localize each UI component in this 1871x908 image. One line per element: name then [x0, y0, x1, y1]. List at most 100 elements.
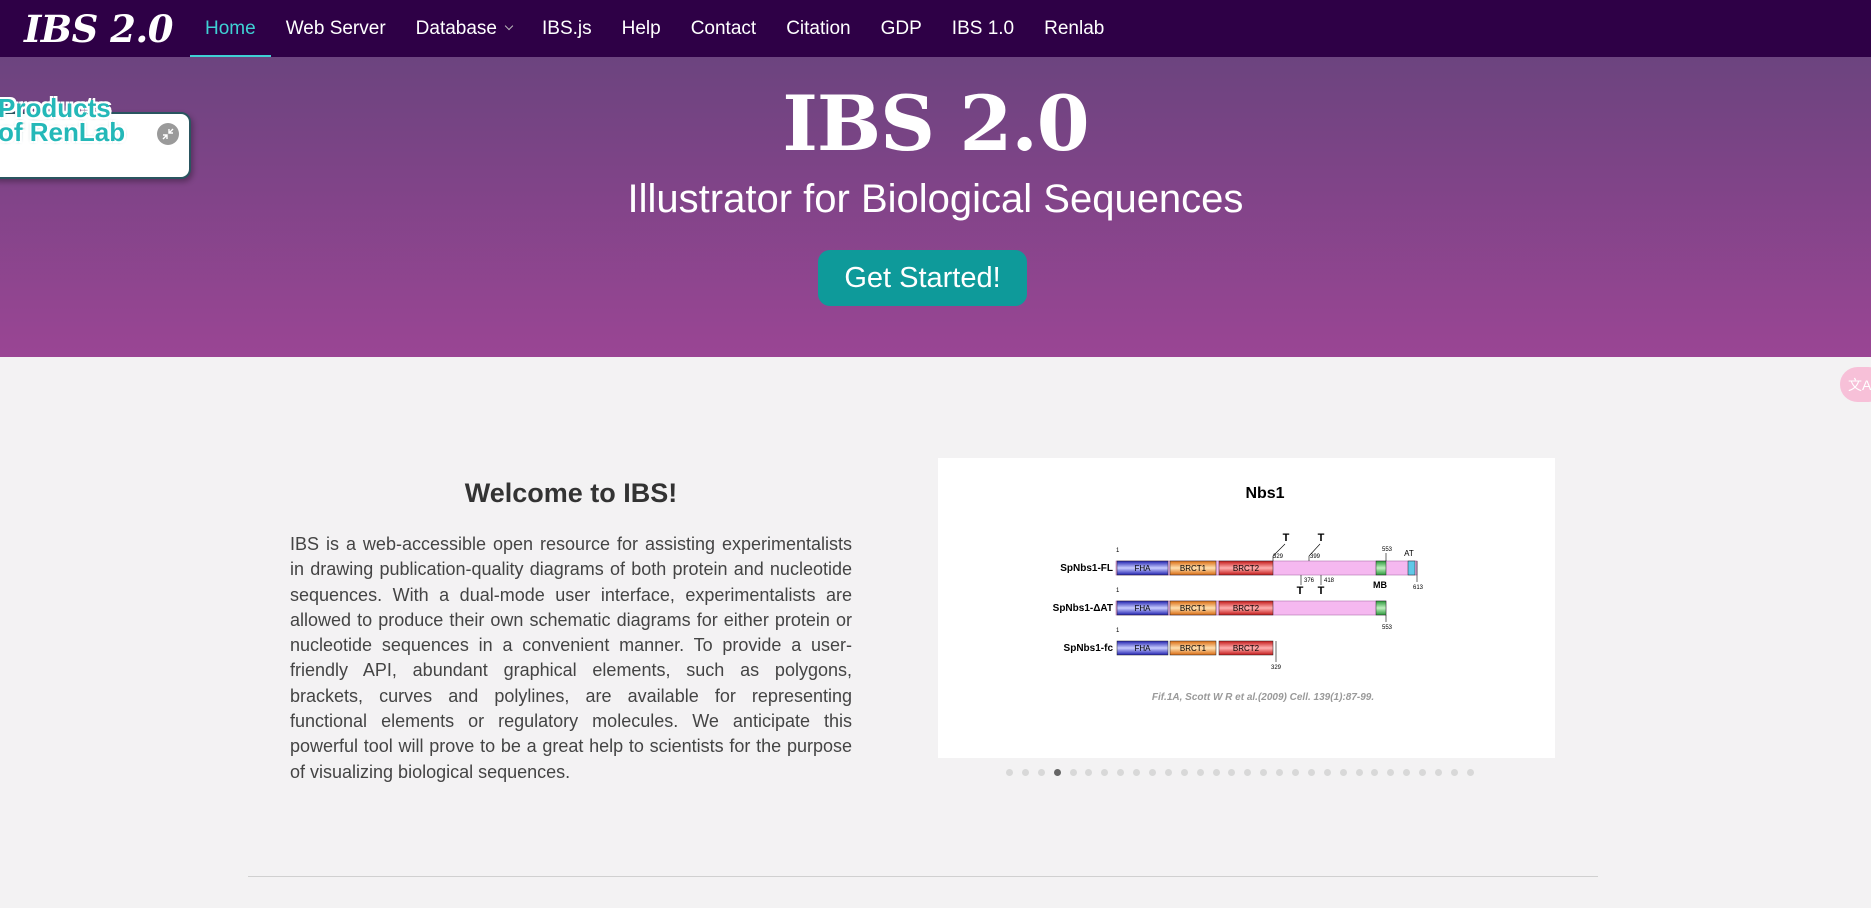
nav-item-help[interactable]: Help — [607, 0, 676, 57]
domain-label: FHA — [1135, 564, 1152, 573]
nav-item-contact[interactable]: Contact — [676, 0, 771, 57]
carousel-dot[interactable] — [1149, 769, 1157, 776]
nav-item-citation[interactable]: Citation — [771, 0, 865, 57]
carousel-dot[interactable] — [1037, 769, 1045, 776]
carousel-dot[interactable] — [1164, 769, 1172, 776]
domain-label: BRCT2 — [1233, 644, 1260, 653]
carousel-dot[interactable] — [1021, 769, 1029, 776]
brand-logo[interactable]: IBS 2.0 — [24, 7, 190, 51]
nav-label: Web Server — [285, 17, 386, 39]
carousel-dot[interactable] — [1006, 769, 1013, 776]
t-site-label: T — [1318, 585, 1325, 597]
nav-item-database[interactable]: Database — [401, 0, 527, 57]
carousel-dot[interactable] — [1244, 769, 1252, 776]
nav-label: Help — [621, 17, 661, 39]
start-position: 1 — [1116, 628, 1120, 634]
chevron-down-icon — [504, 21, 514, 31]
nav-label: Renlab — [1044, 17, 1105, 39]
carousel-dot[interactable] — [1403, 769, 1411, 776]
carousel-dot[interactable] — [1117, 769, 1125, 776]
position-label: 399 — [1310, 554, 1321, 560]
nav-label: Home — [205, 17, 256, 39]
nav-label: IBS 1.0 — [951, 17, 1015, 39]
renlab-products-widget[interactable]: Products of RenLab — [0, 95, 191, 179]
protein-label: SpNbs1-FL — [1060, 563, 1113, 574]
carousel-dot[interactable] — [1323, 769, 1331, 776]
translate-icon[interactable]: 文A — [1840, 367, 1871, 402]
nav-menu: Home Web Server Database IBS.js Help Con… — [190, 0, 1119, 57]
renlab-products-logo[interactable]: Products of RenLab — [0, 95, 126, 147]
nav-item-ibs1[interactable]: IBS 1.0 — [937, 0, 1029, 57]
end-position: 613 — [1413, 585, 1424, 591]
nav-item-renlab[interactable]: Renlab — [1029, 0, 1119, 57]
carousel-dot[interactable] — [1339, 769, 1347, 776]
nav-label: Citation — [786, 17, 851, 39]
domain-mb — [1375, 560, 1387, 576]
carousel-slide[interactable]: Nbs1 SpNbs1-FL 1 FHA BRCT1 BRCT2 T 329 T… — [938, 458, 1555, 758]
hero-title: IBS 2.0 — [782, 79, 1089, 168]
carousel-dot[interactable] — [1228, 769, 1236, 776]
domain-label: BRCT2 — [1233, 564, 1260, 573]
start-position: 1 — [1116, 548, 1120, 554]
domain-at — [1407, 560, 1416, 576]
start-position: 1 — [1116, 588, 1120, 594]
carousel-dot[interactable] — [1307, 769, 1315, 776]
carousel-pagination — [1006, 769, 1483, 776]
t-site-label: T — [1318, 532, 1325, 544]
collapse-arrows-icon[interactable] — [157, 123, 179, 145]
carousel-dot[interactable] — [1292, 769, 1300, 776]
protein-label: SpNbs1-ΔAT — [1053, 603, 1113, 614]
carousel-dot[interactable] — [1450, 769, 1458, 776]
figure-caption: Fif.1A, Scott W R et al.(2009) Cell. 139… — [1152, 692, 1374, 703]
nav-label: Database — [415, 17, 497, 39]
carousel-dot[interactable] — [1101, 769, 1109, 776]
domain-label: FHA — [1135, 604, 1152, 613]
carousel-dot[interactable] — [1276, 769, 1284, 776]
domain-label: BRCT1 — [1180, 604, 1207, 613]
slide-title: Nbs1 — [1245, 485, 1284, 502]
carousel-dot[interactable] — [1371, 769, 1379, 776]
carousel-dot[interactable] — [1435, 769, 1443, 776]
domain-label: BRCT1 — [1180, 644, 1207, 653]
position-label: 376 — [1304, 578, 1315, 584]
end-position: 329 — [1271, 665, 1282, 671]
nav-item-home[interactable]: Home — [190, 0, 271, 57]
welcome-text: IBS is a web-accessible open resource fo… — [290, 534, 852, 782]
hero-banner: IBS 2.0 Illustrator for Biological Seque… — [0, 57, 1871, 357]
carousel-dot[interactable] — [1260, 769, 1268, 776]
carousel-dot[interactable] — [1212, 769, 1220, 776]
domain-mb — [1375, 600, 1387, 616]
end-position: 553 — [1382, 625, 1393, 631]
carousel-dot[interactable] — [1133, 769, 1141, 776]
carousel-dot[interactable] — [1053, 769, 1061, 776]
welcome-title: Welcome to IBS! — [464, 478, 678, 508]
navbar: IBS 2.0 Home Web Server Database IBS.js … — [0, 0, 1871, 57]
t-site-label: T — [1297, 585, 1304, 597]
carousel-dot[interactable] — [1419, 769, 1427, 776]
domain-label: FHA — [1135, 644, 1152, 653]
carousel-dot[interactable] — [1180, 769, 1188, 776]
carousel-dot[interactable] — [1069, 769, 1077, 776]
logo-line: of RenLab — [0, 117, 126, 147]
nav-item-gdp[interactable]: GDP — [866, 0, 937, 57]
protein-label: SpNbs1-fc — [1064, 643, 1114, 654]
section-divider — [248, 876, 1598, 877]
nav-item-web-server[interactable]: Web Server — [271, 0, 401, 57]
hero-subtitle: Illustrator for Biological Sequences — [627, 177, 1244, 221]
carousel-dot[interactable] — [1387, 769, 1395, 776]
nav-item-ibsjs[interactable]: IBS.js — [527, 0, 607, 57]
t-site-label: T — [1283, 532, 1290, 544]
carousel-dot[interactable] — [1196, 769, 1204, 776]
domain-label: BRCT2 — [1233, 604, 1260, 613]
mb-label: MB — [1373, 580, 1387, 590]
get-started-button[interactable]: Get Started! — [818, 250, 1027, 306]
position-label: 329 — [1273, 554, 1284, 560]
carousel-dot[interactable] — [1355, 769, 1363, 776]
carousel-dot[interactable] — [1466, 769, 1474, 776]
nav-label: GDP — [880, 17, 922, 39]
position-label: 418 — [1324, 578, 1335, 584]
position-label: 553 — [1382, 547, 1393, 553]
nav-label: Contact — [690, 17, 757, 39]
at-label: AT — [1404, 549, 1414, 558]
carousel-dot[interactable] — [1085, 769, 1093, 776]
